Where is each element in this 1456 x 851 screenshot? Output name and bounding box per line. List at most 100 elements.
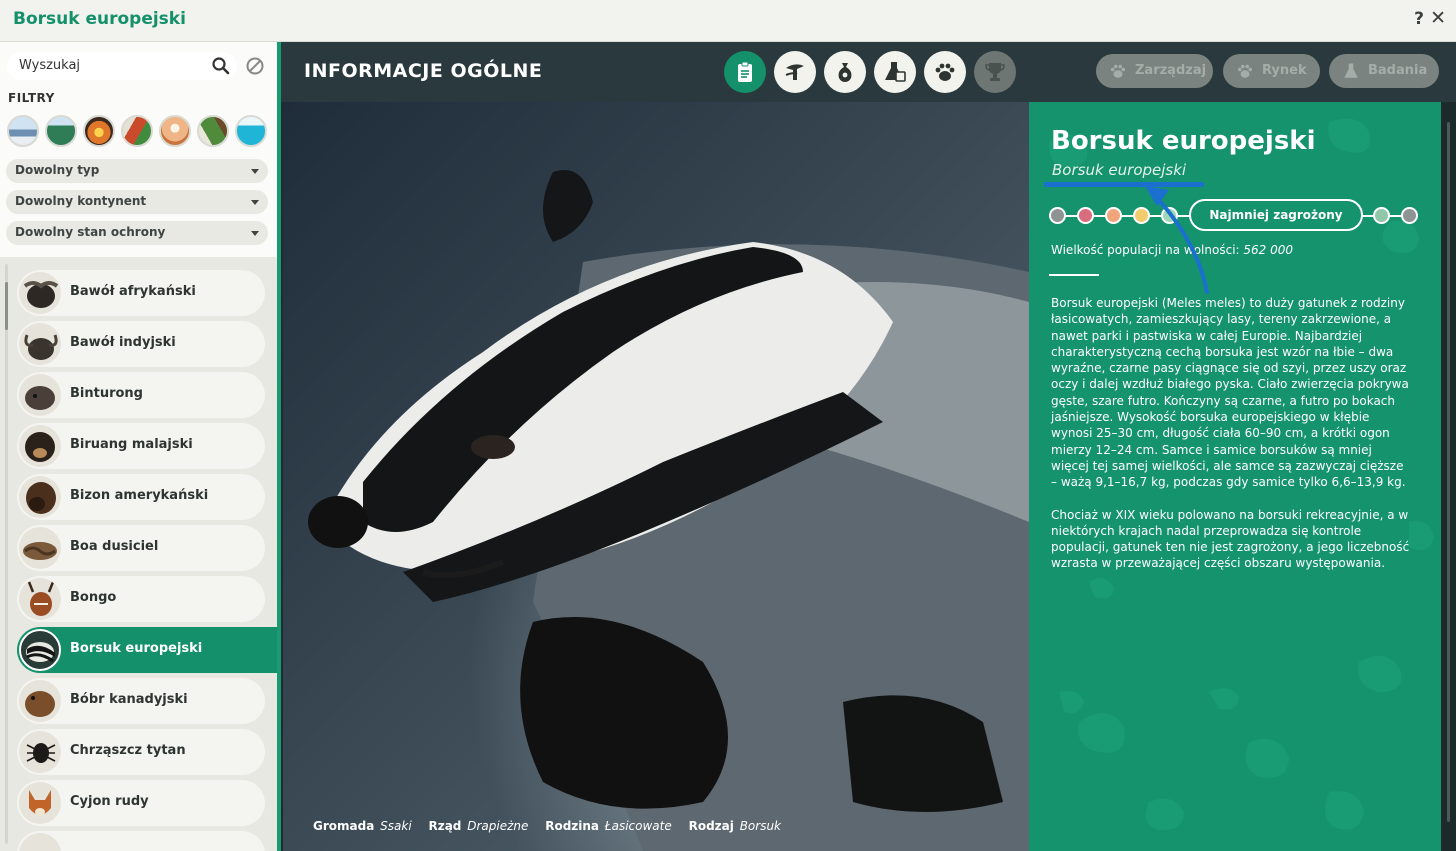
population-text: Wielkość populacji na wolności: 562 000	[1051, 243, 1293, 257]
bongo-icon	[19, 578, 61, 620]
african-buffalo-icon	[19, 272, 61, 314]
status-dot-extinct	[1049, 207, 1066, 224]
conservation-status-scale: Najmniej zagrożony	[1049, 199, 1419, 231]
tab-enrichment[interactable]	[874, 51, 916, 93]
list-item[interactable]: Biruang malajski	[17, 423, 265, 469]
list-item-selected[interactable]: Borsuk europejski	[17, 627, 277, 673]
dhole-icon	[19, 782, 61, 824]
binturong-icon	[19, 374, 61, 416]
status-dot-data-deficient	[1373, 207, 1390, 224]
manage-button-label: Zarządzaj	[1135, 63, 1207, 78]
list-item[interactable]: Bawół afrykański	[17, 270, 265, 316]
food-sack-icon	[838, 63, 852, 82]
list-item[interactable]: Bizon amerykański	[17, 474, 265, 520]
info-scrollbar[interactable]	[1441, 102, 1456, 851]
help-icon[interactable]: ?	[1414, 9, 1424, 29]
list-item-label: Bawół afrykański	[70, 284, 196, 299]
list-item[interactable]: Binturong	[17, 372, 265, 418]
divider	[1049, 274, 1099, 276]
continent-dropdown-label: Dowolny kontynent	[15, 194, 147, 208]
animal-list[interactable]: Bawół afrykański Bawół indyjski Binturon…	[0, 264, 277, 851]
tropical-biome-icon[interactable]	[121, 115, 153, 147]
chevron-down-icon	[251, 200, 259, 205]
taxonomy-genus-value: Borsuk	[739, 819, 782, 833]
flask-icon	[1344, 63, 1358, 78]
status-badge-label: Najmniej zagrożony	[1209, 208, 1343, 222]
tab-achievements[interactable]	[974, 51, 1016, 93]
manage-button[interactable]: Zarządzaj	[1096, 54, 1213, 88]
tab-general-info[interactable]	[724, 51, 766, 93]
list-item-label: Bongo	[70, 590, 117, 605]
info-scrollbar-thumb[interactable]	[1447, 122, 1450, 822]
animal-description: Borsuk europejski (Meles meles) to duży …	[1051, 295, 1411, 588]
beaver-icon	[19, 680, 61, 722]
conservation-dropdown-label: Dowolny stan ochrony	[15, 225, 166, 239]
sun-bear-icon	[19, 425, 61, 467]
clear-filter-icon[interactable]	[245, 56, 265, 76]
badger-image	[283, 102, 1029, 851]
list-item-label: Boa dusiciel	[70, 539, 159, 554]
list-item-label: Biruang malajski	[70, 437, 193, 452]
search-input[interactable]: Wyszukaj	[7, 52, 237, 80]
page-title: INFORMACJE OGÓLNE	[304, 60, 543, 82]
main-header: INFORMACJE OGÓLNE Zarządzaj Rynek Badani…	[281, 42, 1456, 102]
type-dropdown-label: Dowolny typ	[15, 163, 100, 177]
boa-icon	[19, 527, 61, 569]
status-dot-near-threatened	[1161, 207, 1178, 224]
list-item[interactable]: Boa dusiciel	[17, 525, 265, 571]
titan-beetle-icon	[19, 731, 61, 773]
list-item-label: Bóbr kanadyjski	[70, 692, 188, 707]
annotation-underline	[1044, 182, 1204, 187]
tab-behaviour[interactable]	[924, 51, 966, 93]
bison-icon	[19, 476, 61, 518]
water-buffalo-icon	[19, 323, 61, 365]
paw-icon	[1237, 64, 1253, 78]
search-placeholder: Wyszukaj	[19, 58, 81, 73]
list-item[interactable]: Bóbr kanadyjski	[17, 678, 265, 724]
market-button[interactable]: Rynek	[1223, 54, 1320, 88]
aquatic-biome-icon[interactable]	[235, 115, 267, 147]
animal-scientific-name: Borsuk europejski	[1052, 161, 1187, 179]
close-icon[interactable]: ✕	[1430, 7, 1446, 29]
type-dropdown[interactable]: Dowolny typ	[6, 159, 268, 183]
status-dot-endangered	[1105, 207, 1122, 224]
paw-icon	[1110, 64, 1126, 78]
grassland-biome-icon[interactable]	[83, 115, 115, 147]
list-item[interactable]: Bongo	[17, 576, 265, 622]
list-item-label: Bawół indyjski	[70, 335, 176, 350]
status-badge: Najmniej zagrożony	[1189, 199, 1363, 231]
description-paragraph: Chociaż w XIX wieku polowano na borsuki …	[1051, 507, 1410, 571]
list-scrollbar-thumb[interactable]	[5, 282, 8, 330]
search-icon[interactable]	[211, 56, 231, 76]
research-button[interactable]: Badania	[1329, 54, 1439, 88]
taxonomy-line: Gromada Ssaki Rząd Drapieżne Rodzina Łas…	[313, 819, 794, 833]
continent-dropdown[interactable]: Dowolny kontynent	[6, 190, 268, 214]
status-dot-critically-endangered	[1077, 207, 1094, 224]
list-scrollbar[interactable]	[5, 264, 8, 844]
description-paragraph: Borsuk europejski (Meles meles) to duży …	[1051, 296, 1409, 490]
taxonomy-class-label: Gromada	[313, 819, 375, 833]
list-item[interactable]: Chrząszcz tytan	[17, 729, 265, 775]
tundra-biome-icon[interactable]	[7, 115, 39, 147]
taxonomy-family-value: Łasicowate	[604, 819, 672, 833]
paw-icon	[935, 63, 955, 81]
tab-habitat[interactable]	[774, 51, 816, 93]
list-item[interactable]	[17, 831, 265, 851]
filter-panel: Wyszukaj FILTRY Dowolny typ Dowolny kont…	[0, 42, 277, 257]
status-dot-not-evaluated	[1401, 207, 1418, 224]
list-item-label: Bizon amerykański	[70, 488, 209, 503]
taxonomy-order-value: Drapieżne	[467, 819, 529, 833]
info-panel: Borsuk europejski Borsuk europejski Najm…	[1029, 102, 1441, 851]
animal-photo: Gromada Ssaki Rząd Drapieżne Rodzina Łas…	[283, 102, 1029, 851]
research-button-label: Badania	[1368, 63, 1428, 78]
tab-food[interactable]	[824, 51, 866, 93]
biome-filters	[7, 115, 269, 149]
trophy-icon	[985, 63, 1005, 81]
animal-thumbnail	[19, 833, 61, 851]
list-item[interactable]: Bawół indyjski	[17, 321, 265, 367]
taiga-biome-icon[interactable]	[197, 115, 229, 147]
list-item[interactable]: Cyjon rudy	[17, 780, 265, 826]
temperate-biome-icon[interactable]	[45, 115, 77, 147]
conservation-dropdown[interactable]: Dowolny stan ochrony	[6, 221, 268, 245]
desert-biome-icon[interactable]	[159, 115, 191, 147]
